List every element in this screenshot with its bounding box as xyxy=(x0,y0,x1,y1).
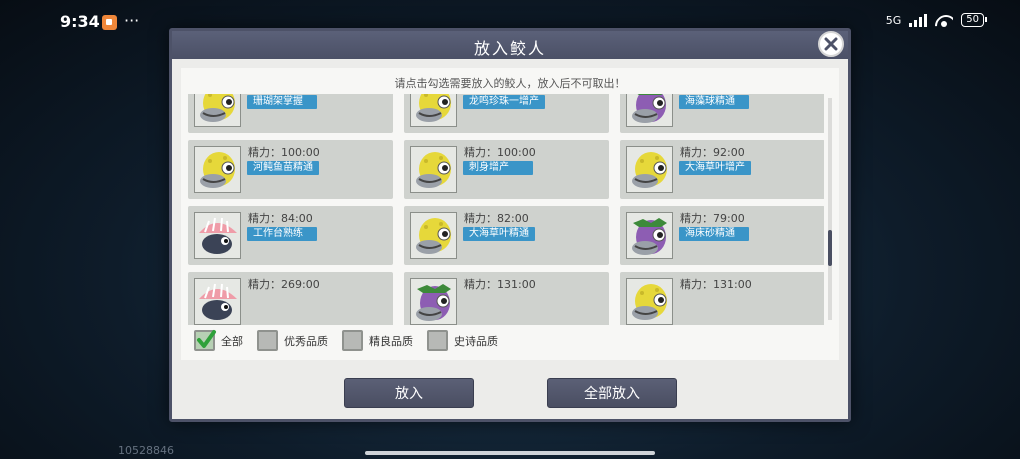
yellow-merfolk-icon xyxy=(195,94,240,126)
pink-merfolk-icon xyxy=(195,279,240,324)
filter-excellent-checkbox[interactable] xyxy=(257,330,278,351)
energy-value: 精力：82:00 xyxy=(464,212,529,225)
merfolk-portrait xyxy=(410,94,457,127)
wifi-icon xyxy=(935,13,953,27)
background-score: 10528846 xyxy=(118,444,174,457)
merfolk-portrait xyxy=(194,278,241,325)
yellow-merfolk-icon xyxy=(627,279,672,324)
app-notification-icon xyxy=(102,15,117,30)
put-button[interactable]: 放入 xyxy=(344,378,474,408)
energy-value: 精力：269:00 xyxy=(248,278,320,291)
yellow-merfolk-icon xyxy=(411,213,456,258)
skill-tag: 大海草叶精通 xyxy=(463,227,535,241)
merfolk-card[interactable]: 精力：82:00 大海草叶精通 xyxy=(404,206,609,265)
filter-all-label: 全部 xyxy=(221,334,243,348)
merfolk-card[interactable]: 精力：131:00 xyxy=(620,272,824,325)
instruction-text: 请点击勾选需要放入的鲛人，放入后不可取出！ xyxy=(394,77,626,90)
filter-epic-label: 史诗品质 xyxy=(454,334,498,348)
more-notifications-icon: ··· xyxy=(124,11,140,30)
merfolk-card[interactable]: 精力：107:00龙鸣珍珠一增产 xyxy=(404,94,609,133)
yellow-merfolk-icon xyxy=(195,147,240,192)
skill-tag: 珊瑚架掌握 xyxy=(247,95,317,109)
put-merfolk-dialog: 放入鲛人 请点击勾选需要放入的鲛人，放入后不可取出！ 精力：109:00珊瑚架掌… xyxy=(169,28,851,422)
energy-value: 精力：92:00 xyxy=(680,146,745,159)
filter-excellent-label: 优秀品质 xyxy=(284,334,328,348)
merfolk-card[interactable]: 精力：92:00 大海草叶增产 xyxy=(620,140,824,199)
merfolk-portrait xyxy=(194,146,241,193)
merfolk-panel: 请点击勾选需要放入的鲛人，放入后不可取出！ 精力：109:00珊瑚架掌握精力：1… xyxy=(181,68,839,360)
merfolk-grid: 精力：109:00珊瑚架掌握精力：107:00龙鸣珍珠一增产精力：104:00海… xyxy=(188,94,824,325)
energy-value: 精力：131:00 xyxy=(464,278,536,291)
filter-epic[interactable]: 史诗品质 xyxy=(427,330,498,351)
skill-tag: 大海草叶增产 xyxy=(679,161,751,175)
status-time: 9:34 xyxy=(60,12,100,31)
energy-value: 精力：84:00 xyxy=(248,212,313,225)
filter-superior-label: 精良品质 xyxy=(369,334,413,348)
yellow-merfolk-icon xyxy=(411,94,456,126)
merfolk-card[interactable]: 精力：100:00 河鲀鱼苗精通 xyxy=(188,140,393,199)
merfolk-portrait xyxy=(626,94,673,127)
skill-tag: 海床砂精通 xyxy=(679,227,749,241)
purple-merfolk-icon xyxy=(627,213,672,258)
pink-merfolk-icon xyxy=(195,213,240,258)
filter-excellent[interactable]: 优秀品质 xyxy=(257,330,328,351)
merfolk-portrait xyxy=(194,94,241,127)
filter-superior[interactable]: 精良品质 xyxy=(342,330,413,351)
home-indicator[interactable] xyxy=(365,451,655,455)
merfolk-card[interactable]: 精力：269:00 xyxy=(188,272,393,325)
dialog-header: 放入鲛人 xyxy=(172,31,848,59)
merfolk-list[interactable]: 精力：109:00珊瑚架掌握精力：107:00龙鸣珍珠一增产精力：104:00海… xyxy=(188,94,824,325)
yellow-merfolk-icon xyxy=(627,147,672,192)
filter-all-checkbox[interactable] xyxy=(194,330,216,351)
purple-merfolk-icon xyxy=(627,94,672,126)
filter-all[interactable]: 全部 xyxy=(194,330,243,351)
yellow-merfolk-icon xyxy=(411,147,456,192)
energy-value: 精力：79:00 xyxy=(680,212,745,225)
energy-value: 精力：131:00 xyxy=(680,278,752,291)
filter-epic-checkbox[interactable] xyxy=(427,330,448,351)
merfolk-portrait xyxy=(410,212,457,259)
merfolk-card[interactable]: 精力：100:00 刺身增产 xyxy=(404,140,609,199)
merfolk-portrait xyxy=(626,278,673,325)
quality-filters: 全部 优秀品质 精良品质 史诗品质 xyxy=(194,330,512,351)
merfolk-portrait xyxy=(626,212,673,259)
battery-icon: 50 xyxy=(961,13,987,27)
merfolk-card[interactable]: 精力：79:00 海床砂精通 xyxy=(620,206,824,265)
merfolk-card[interactable]: 精力：109:00珊瑚架掌握 xyxy=(188,94,393,133)
scrollbar-thumb[interactable] xyxy=(828,230,832,266)
skill-tag: 工作台熟练 xyxy=(247,227,317,241)
skill-tag: 龙鸣珍珠一增产 xyxy=(463,95,545,109)
energy-value: 精力：100:00 xyxy=(248,146,320,159)
signal-icon xyxy=(909,13,928,27)
purple-merfolk-icon xyxy=(411,279,456,324)
merfolk-portrait xyxy=(194,212,241,259)
skill-tag: 海藻球精通 xyxy=(679,95,749,109)
merfolk-card[interactable]: 精力：104:00海藻球精通 xyxy=(620,94,824,133)
dialog-title: 放入鲛人 xyxy=(473,39,546,58)
network-type: 5G xyxy=(885,13,902,27)
put-all-button[interactable]: 全部放入 xyxy=(547,378,677,408)
skill-tag: 河鲀鱼苗精通 xyxy=(247,161,319,175)
checkmark-icon xyxy=(197,330,216,348)
energy-value: 精力：100:00 xyxy=(464,146,536,159)
merfolk-card[interactable]: 精力：84:00 工作台熟练 xyxy=(188,206,393,265)
skill-tag: 刺身增产 xyxy=(463,161,533,175)
merfolk-card[interactable]: 精力：131:00 xyxy=(404,272,609,325)
merfolk-portrait xyxy=(626,146,673,193)
filter-superior-checkbox[interactable] xyxy=(342,330,363,351)
close-button[interactable] xyxy=(818,31,844,57)
merfolk-portrait xyxy=(410,146,457,193)
list-scrollbar[interactable] xyxy=(828,98,832,320)
merfolk-portrait xyxy=(410,278,457,325)
close-icon xyxy=(824,37,838,51)
